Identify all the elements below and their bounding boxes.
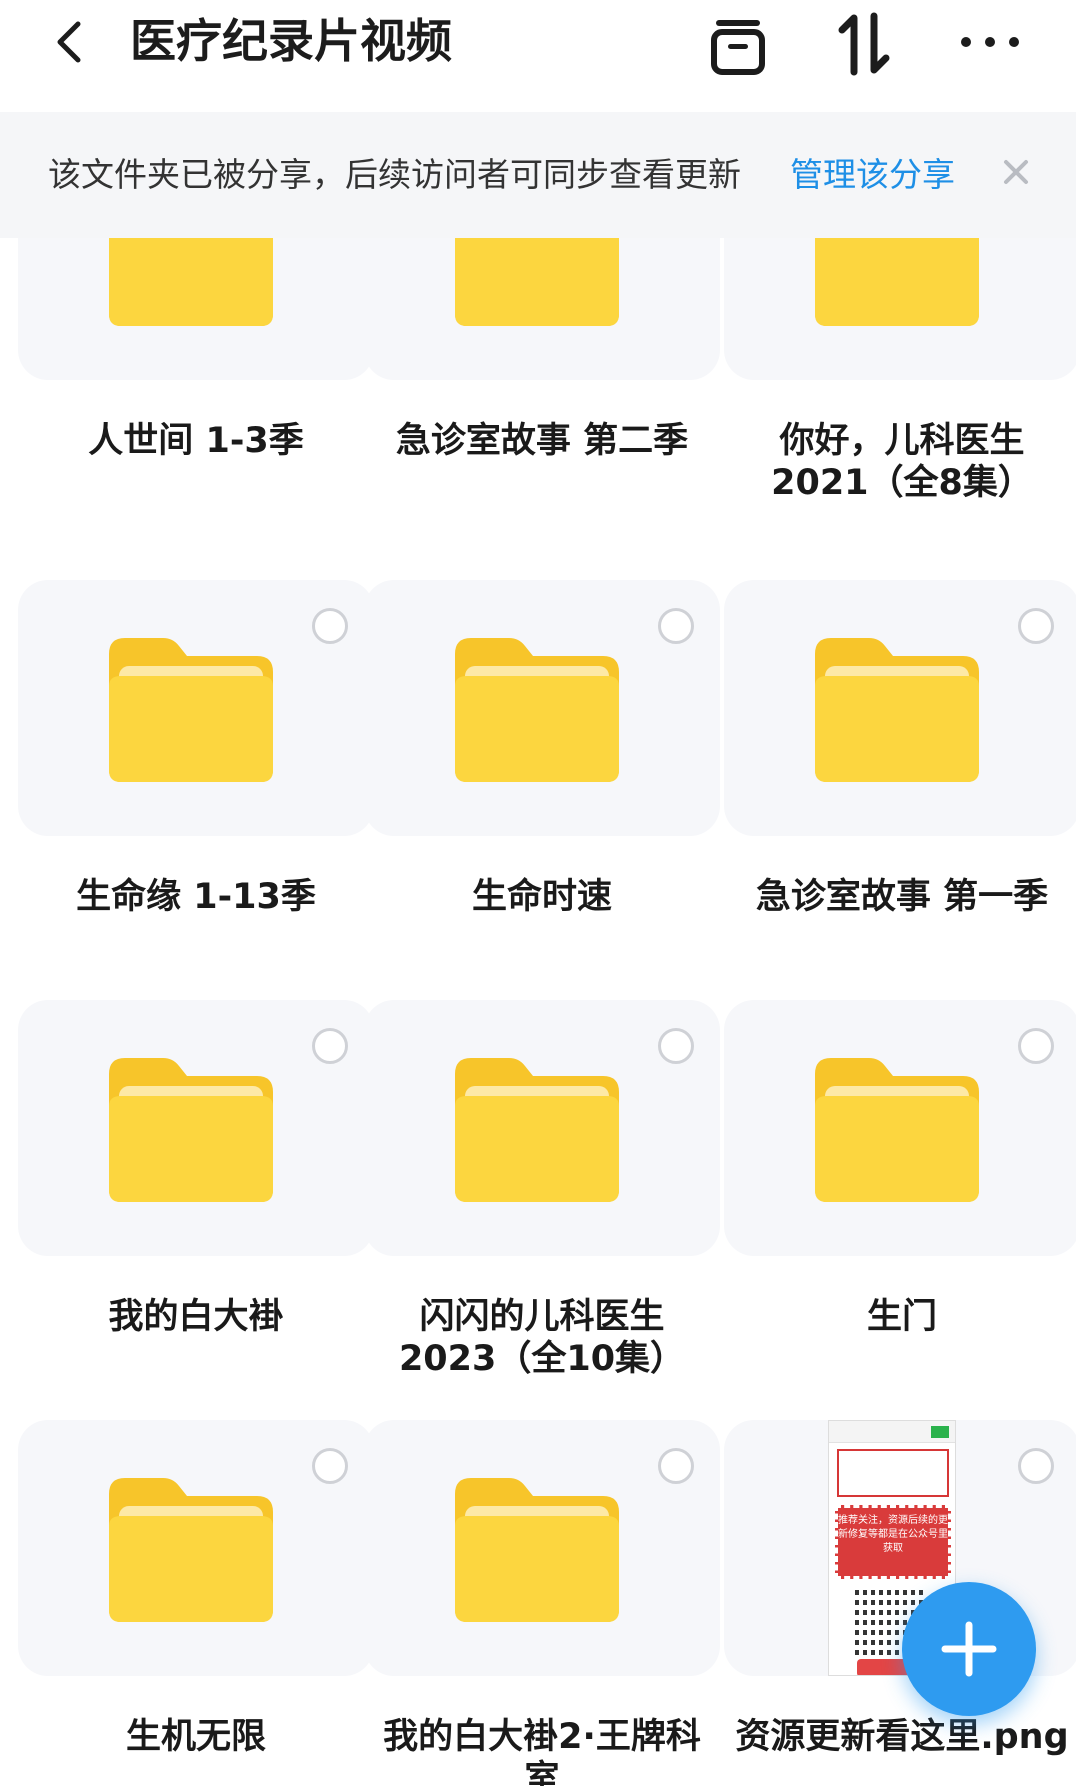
item-label: 你好，儿科医生2021（全8集） [771,421,1033,503]
grid-item[interactable]: 急诊室故事 第一季 [724,580,1076,1000]
select-checkbox[interactable] [658,608,694,644]
item-label: 闪闪的儿科医生2023（全10集） [398,1297,686,1379]
item-label: 生机无限 [125,1717,266,1757]
folder-icon [109,638,273,782]
thumb-green-tag [931,1426,949,1438]
select-checkbox[interactable] [658,1028,694,1064]
share-banner: 该文件夹已被分享，后续访问者可同步查看更新 管理该分享 [0,112,1076,238]
item-label: 生命缘 1-13季 [76,877,316,917]
folder-icon [815,638,979,782]
item-label: 急诊室故事 第一季 [755,877,1049,917]
item-label: 人世间 1-3季 [88,421,304,461]
folder-icon [455,1478,619,1622]
file-grid: 人世间 1-3季 急诊室故事 第二季 你好，儿科医生2021（全8集） 生命缘 … [0,0,1076,1786]
sort-icon [838,12,890,76]
grid-item[interactable]: 我的白大褂2·王牌科室 [364,1420,720,1786]
page-title: 医疗纪录片视频 [130,14,452,68]
select-checkbox[interactable] [1018,608,1054,644]
archive-button[interactable] [706,12,770,76]
folder-card[interactable] [724,580,1076,836]
folder-icon [455,1058,619,1202]
share-notice-text: 该文件夹已被分享，后续访问者可同步查看更新 [48,155,741,194]
select-checkbox[interactable] [312,1448,348,1484]
item-label: 我的白大褂2·王牌科室 [383,1717,701,1786]
folder-icon [455,638,619,782]
item-label: 我的白大褂 [108,1297,284,1337]
folder-card[interactable] [724,1000,1076,1256]
folder-card[interactable] [364,1420,720,1676]
close-banner-button[interactable] [996,152,1036,192]
select-checkbox[interactable] [1018,1448,1054,1484]
grid-item[interactable]: 生命缘 1-13季 [18,580,374,1000]
grid-item[interactable]: 生门 [724,1000,1076,1420]
folder-card[interactable] [364,1000,720,1256]
thumb-red-frame [837,1449,949,1497]
select-checkbox[interactable] [658,1448,694,1484]
archive-icon [711,20,765,75]
grid-item[interactable]: 闪闪的儿科医生2023（全10集） [364,1000,720,1420]
more-button[interactable] [958,12,1022,76]
back-icon [57,21,81,63]
folder-icon [109,1478,273,1622]
back-button[interactable] [44,14,100,70]
folder-card[interactable] [18,1000,374,1256]
grid-item[interactable]: 生机无限 [18,1420,374,1786]
item-label: 急诊室故事 第二季 [395,421,689,461]
select-checkbox[interactable] [1018,1028,1054,1064]
grid-item[interactable]: 我的白大褂 [18,1000,374,1420]
add-button[interactable] [902,1582,1036,1716]
top-app-bar: 医疗纪录片视频 [0,0,1076,112]
grid-item[interactable]: 生命时速 [364,580,720,1000]
select-checkbox[interactable] [312,1028,348,1064]
folder-icon [815,1058,979,1202]
plus-icon [941,1621,997,1677]
thumb-notice: 推荐关注，资源后续的更新修复等都是在公众号里获取 [835,1505,951,1579]
folder-icon [109,1058,273,1202]
sort-button[interactable] [832,12,896,76]
folder-card[interactable] [18,1420,374,1676]
manage-share-link[interactable]: 管理该分享 [790,152,955,198]
item-label: 生门 [866,1297,937,1337]
select-checkbox[interactable] [312,608,348,644]
item-label: 生命时速 [471,877,612,917]
grid-item[interactable]: 推荐关注，资源后续的更新修复等都是在公众号里获取 资源更新看这里.png [724,1420,1076,1786]
close-icon [1004,160,1028,184]
folder-card[interactable] [18,580,374,836]
more-icon [961,37,1019,47]
item-label: 资源更新看这里.png [735,1717,1069,1757]
folder-card[interactable] [364,580,720,836]
